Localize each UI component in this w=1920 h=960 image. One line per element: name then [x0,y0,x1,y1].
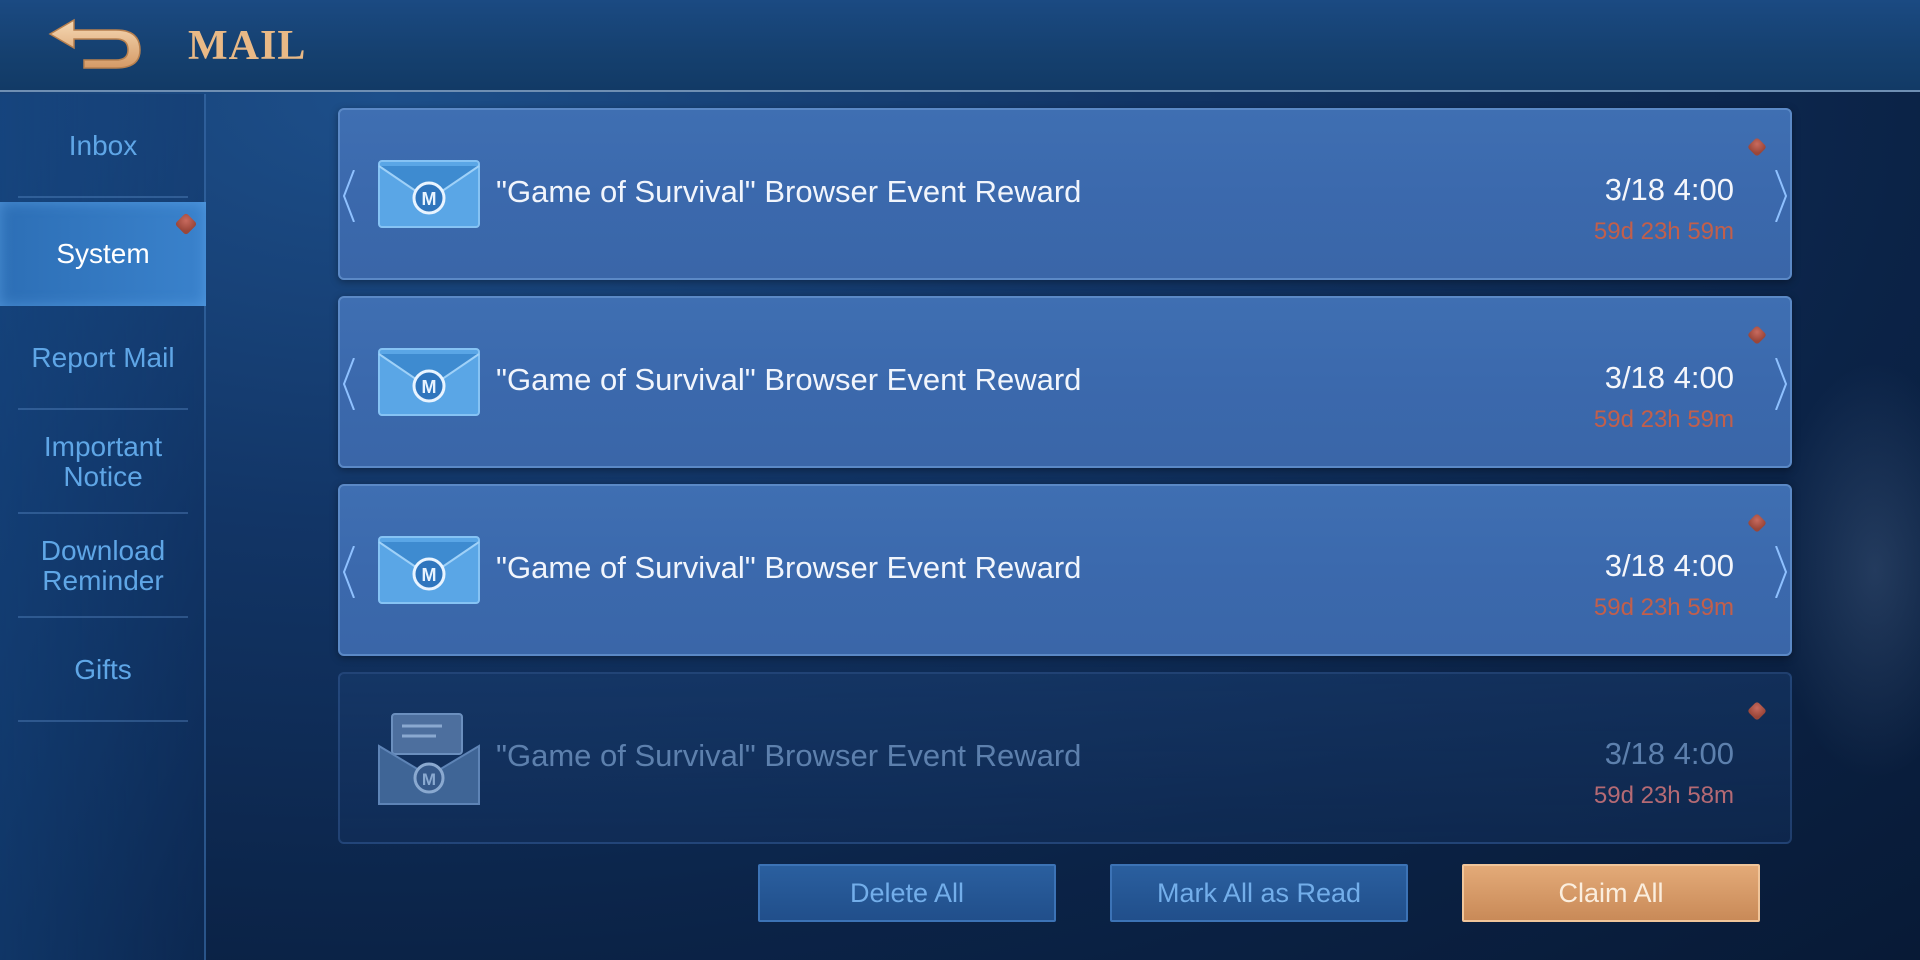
mark-all-read-button[interactable]: Mark All as Read [1110,864,1408,922]
chevron-left-ornament-icon [342,358,355,410]
svg-text:M: M [422,770,436,789]
divider [18,196,188,198]
sidebar-item-label: Important Notice [43,431,163,492]
mail-subject: "Game of Survival" Browser Event Reward [496,174,1082,209]
delete-all-button[interactable]: Delete All [758,864,1056,922]
mail-subject: "Game of Survival" Browser Event Reward [496,362,1082,397]
chevron-left-ornament-icon [342,546,355,598]
envelope-closed-icon: M [378,160,480,228]
mail-subject: "Game of Survival" Browser Event Reward [496,550,1082,585]
mail-item[interactable]: M "Game of Survival" Browser Event Rewar… [338,672,1792,844]
mail-expiry: 59d 23h 59m [1593,406,1734,433]
sidebar-item-important-notice[interactable]: Important Notice [0,410,206,514]
mail-item[interactable]: M "Game of Survival" Browser Event Rewar… [338,296,1792,468]
envelope-open-icon: M [378,713,480,805]
delete-all-label: Delete All [849,877,965,908]
mark-all-read-label: Mark All as Read [1156,877,1362,908]
divider [18,720,188,722]
mail-subject: "Game of Survival" Browser Event Reward [496,738,1082,773]
sidebar-item-label: Download Reminder [40,535,166,596]
chevron-right-ornament-icon [1775,546,1788,598]
mail-date: 3/18 4:00 [1604,172,1734,207]
sidebar-item-label: System [56,238,150,269]
mail-date: 3/18 4:00 [1604,736,1734,771]
mail-expiry: 59d 23h 59m [1593,218,1734,245]
envelope-closed-icon: M [378,348,480,416]
back-button[interactable] [44,14,148,70]
sidebar-item-report-mail[interactable]: Report Mail [0,306,206,410]
unread-badge [1747,137,1767,157]
sidebar-item-inbox[interactable]: Inbox [0,94,206,198]
mail-date: 3/18 4:00 [1604,360,1734,395]
mail-date: 3/18 4:00 [1604,548,1734,583]
envelope-closed-icon: M [378,536,480,604]
unread-badge [1747,701,1767,721]
svg-text:M: M [422,565,437,585]
sidebar-item-label: Inbox [68,130,138,161]
sidebar-item-system[interactable]: System [0,202,206,306]
sidebar-item-label: Gifts [74,654,132,685]
mail-item[interactable]: M "Game of Survival" Browser Event Rewar… [338,484,1792,656]
unread-badge [1747,513,1767,533]
back-arrow-icon [48,18,141,69]
unread-badge [174,212,198,236]
page-title: MAIL [188,23,307,69]
svg-text:M: M [422,377,437,397]
claim-all-button[interactable]: Claim All [1462,864,1760,922]
chevron-right-ornament-icon [1775,358,1788,410]
claim-all-label: Claim All [1558,877,1664,908]
chevron-right-ornament-icon [1775,170,1788,222]
sidebar-item-label: Report Mail [31,342,175,373]
mail-expiry: 59d 23h 58m [1593,782,1734,809]
mail-item[interactable]: M "Game of Survival" Browser Event Rewar… [338,108,1792,280]
sidebar-item-gifts[interactable]: Gifts [0,618,206,722]
chevron-left-ornament-icon [342,170,355,222]
sidebar: Inbox System Report Mail Important Notic… [0,94,206,960]
background-mist [1770,360,1920,780]
unread-badge [1747,325,1767,345]
sidebar-item-download-reminder[interactable]: Download Reminder [0,514,206,618]
header-bar: MAIL [0,0,1920,92]
mail-expiry: 59d 23h 59m [1593,594,1734,621]
svg-text:M: M [422,189,437,209]
